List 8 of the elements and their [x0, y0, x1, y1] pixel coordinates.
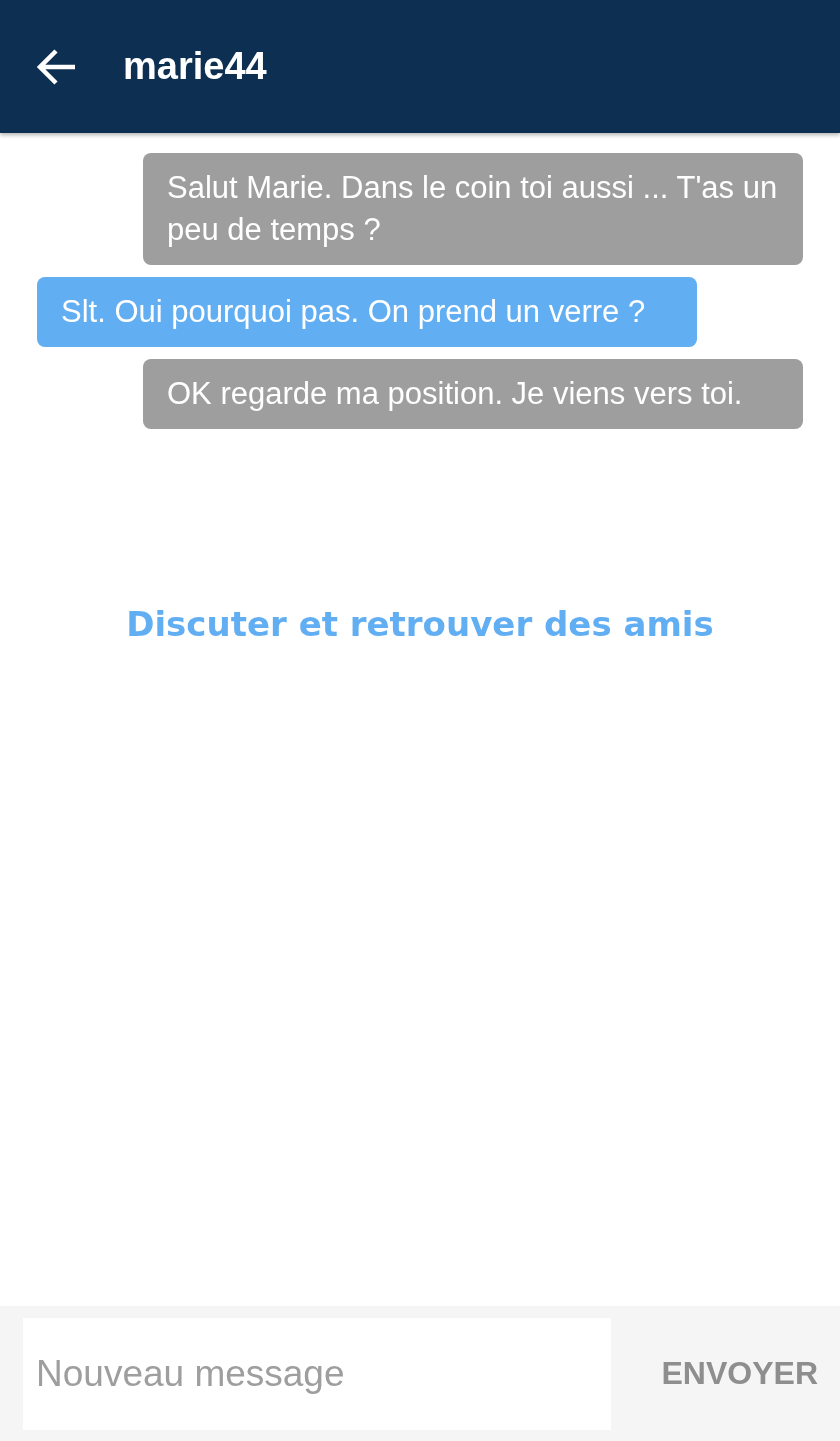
tagline-text: Discuter et retrouver des amis	[125, 604, 715, 644]
back-arrow-icon[interactable]	[37, 48, 77, 85]
received-message-bubble: Slt. Oui pourquoi pas. On prend un verre ?	[37, 277, 697, 347]
sent-message-bubble: Salut Marie. Dans le coin toi aussi ... T'as un peu de temps ?	[143, 153, 803, 265]
chat-title: marie44	[123, 45, 267, 88]
sent-message-bubble: OK regarde ma position. Je viens vers toi.	[143, 359, 803, 429]
send-button[interactable]: ENVOYER	[661, 1345, 818, 1402]
message-input-field[interactable]: Nouveau message	[23, 1317, 611, 1430]
